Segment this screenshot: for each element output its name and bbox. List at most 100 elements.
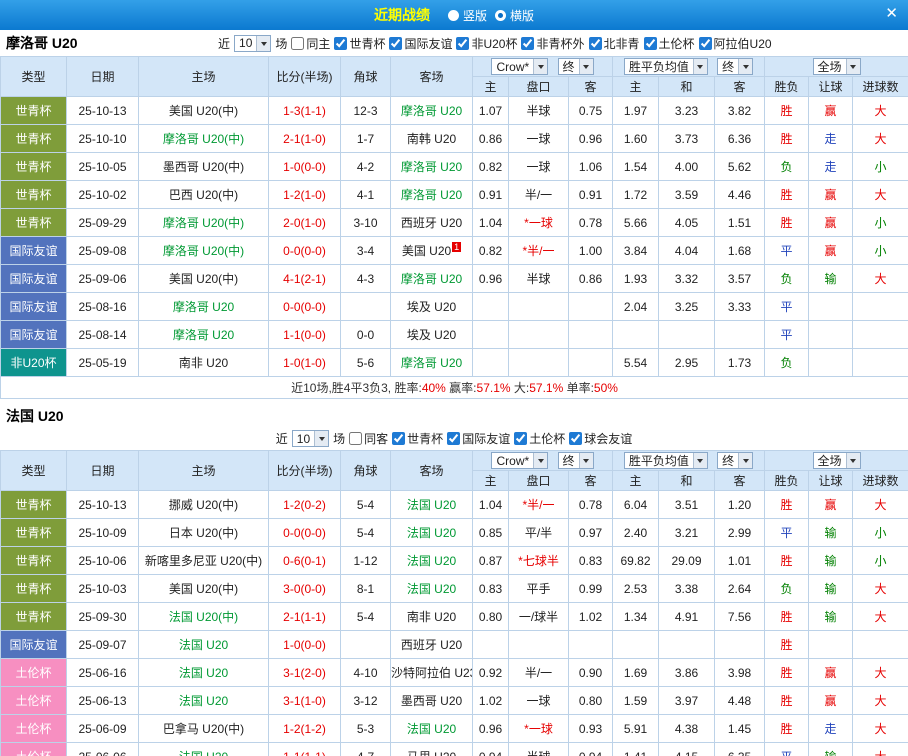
avg-home-cell: 1.69 [613,659,659,687]
filter-option[interactable]: 国际友谊 [447,430,510,447]
fulltime-select[interactable]: 全场 [813,452,861,469]
results-table: 类型 日期 主场 比分(半场) 角球 客场 Crow* 终 胜平负均值 终 [0,450,908,756]
odds-home-cell: 0.94 [473,743,509,756]
goals-cell: 小 [853,153,908,181]
odds-away-cell: 0.90 [569,659,613,687]
avg-away-cell: 4.46 [715,181,765,209]
avg-away-cell [715,321,765,349]
home-team-cell: 摩洛哥 U20(中) [139,237,269,265]
match-count-select[interactable]: 10 [292,430,329,447]
filter-option[interactable]: 北非青 [589,35,640,52]
filter-checkbox[interactable] [291,37,304,50]
avg-final-select[interactable]: 终 [717,452,753,469]
avg-home-cell: 1.60 [613,125,659,153]
filter-checkbox[interactable] [514,432,527,445]
chevron-down-icon [846,453,860,468]
handicap-result-cell: 赢 [809,237,853,265]
filter-checkbox[interactable] [644,37,657,50]
handicap-result-cell: 输 [809,603,853,631]
away-team-name: 法国 U20 [407,582,456,596]
away-team-name: 马里 U20 [407,750,456,756]
match-count-value: 10 [235,36,256,50]
avg-select[interactable]: 胜平负均值 [624,452,708,469]
layout-horizontal-option[interactable]: 横版 [495,7,534,24]
result-cell: 胜 [765,209,809,237]
result-cell: 胜 [765,181,809,209]
odds-company-value: Crow* [492,60,533,74]
away-team-name: 南非 U20 [407,610,456,624]
col-header-handicap: 让球 [809,471,853,491]
filter-option[interactable]: 阿拉伯U20 [699,35,772,52]
odds-company-select[interactable]: Crow* [491,452,548,469]
corners-cell [341,293,391,321]
filter-option[interactable]: 世青杯 [392,430,443,447]
odds-away-cell [569,321,613,349]
filter-checkbox[interactable] [699,37,712,50]
result-cell: 胜 [765,603,809,631]
filter-option-label: 国际友谊 [462,430,510,447]
table-header-row-1: 类型 日期 主场 比分(半场) 角球 客场 Crow* 终 胜平负均值 终 [1,57,908,77]
odds-final-select[interactable]: 终 [558,452,594,469]
home-team-cell: 新喀里多尼亚 U20(中) [139,547,269,575]
filter-checkbox[interactable] [389,37,402,50]
col-header-avg-draw: 和 [659,471,715,491]
filter-checkbox[interactable] [349,432,362,445]
score-cell: 1-2(1-2) [269,715,341,743]
filter-checkbox[interactable] [334,37,347,50]
goals-cell: 大 [853,491,908,519]
home-team-cell: 法国 U20(中) [139,603,269,631]
filter-option[interactable]: 土伦杯 [644,35,695,52]
match-count-select[interactable]: 10 [234,35,271,52]
odds-away-cell: 0.78 [569,209,613,237]
col-header-date: 日期 [67,451,139,491]
corners-cell: 4-1 [341,181,391,209]
avg-draw-cell: 29.09 [659,547,715,575]
handicap-result-cell: 赢 [809,181,853,209]
odds-home-cell: 0.87 [473,547,509,575]
score-cell: 1-1(0-0) [269,321,341,349]
odds-away-cell [569,293,613,321]
close-icon[interactable]: ✕ [885,5,898,23]
avg-final-select[interactable]: 终 [717,58,753,75]
goals-cell: 小 [853,209,908,237]
chevron-down-icon [256,36,270,51]
odds-final-select[interactable]: 终 [558,58,594,75]
handicap-result-cell [809,321,853,349]
fulltime-select[interactable]: 全场 [813,58,861,75]
filter-option[interactable]: 非U20杯 [456,35,517,52]
avg-select[interactable]: 胜平负均值 [624,58,708,75]
col-header-corner: 角球 [341,57,391,97]
avg-draw-cell: 3.59 [659,181,715,209]
filter-checkbox[interactable] [447,432,460,445]
filter-option[interactable]: 国际友谊 [389,35,452,52]
filter-option[interactable]: 土伦杯 [514,430,565,447]
filter-checkbox[interactable] [392,432,405,445]
odds-home-cell [473,293,509,321]
filter-checkbox[interactable] [569,432,582,445]
result-cell: 平 [765,321,809,349]
filter-option[interactable]: 同主 [291,35,330,52]
goals-cell [853,321,908,349]
avg-home-cell: 1.54 [613,153,659,181]
odds-company-select[interactable]: Crow* [491,58,548,75]
filter-checkbox[interactable] [589,37,602,50]
home-team-cell: 巴拿马 U20(中) [139,715,269,743]
corners-cell: 3-4 [341,237,391,265]
layout-vertical-option[interactable]: 竖版 [448,7,487,24]
odds-line-cell: 半球 [509,265,569,293]
league-type-cell: 土伦杯 [1,715,67,743]
avg-draw-cell: 4.38 [659,715,715,743]
odds-home-cell [473,631,509,659]
odds-line-cell [509,631,569,659]
goals-cell: 小 [853,519,908,547]
away-team-cell: 法国 U20 [391,491,473,519]
filter-option[interactable]: 球会友谊 [569,430,632,447]
odds-home-cell: 0.86 [473,125,509,153]
filter-checkbox[interactable] [521,37,534,50]
filter-option[interactable]: 非青杯外 [521,35,584,52]
filter-option[interactable]: 世青杯 [334,35,385,52]
odds-line-cell: 平手 [509,575,569,603]
avg-draw-cell: 3.25 [659,293,715,321]
filter-option[interactable]: 同客 [349,430,388,447]
filter-checkbox[interactable] [456,37,469,50]
